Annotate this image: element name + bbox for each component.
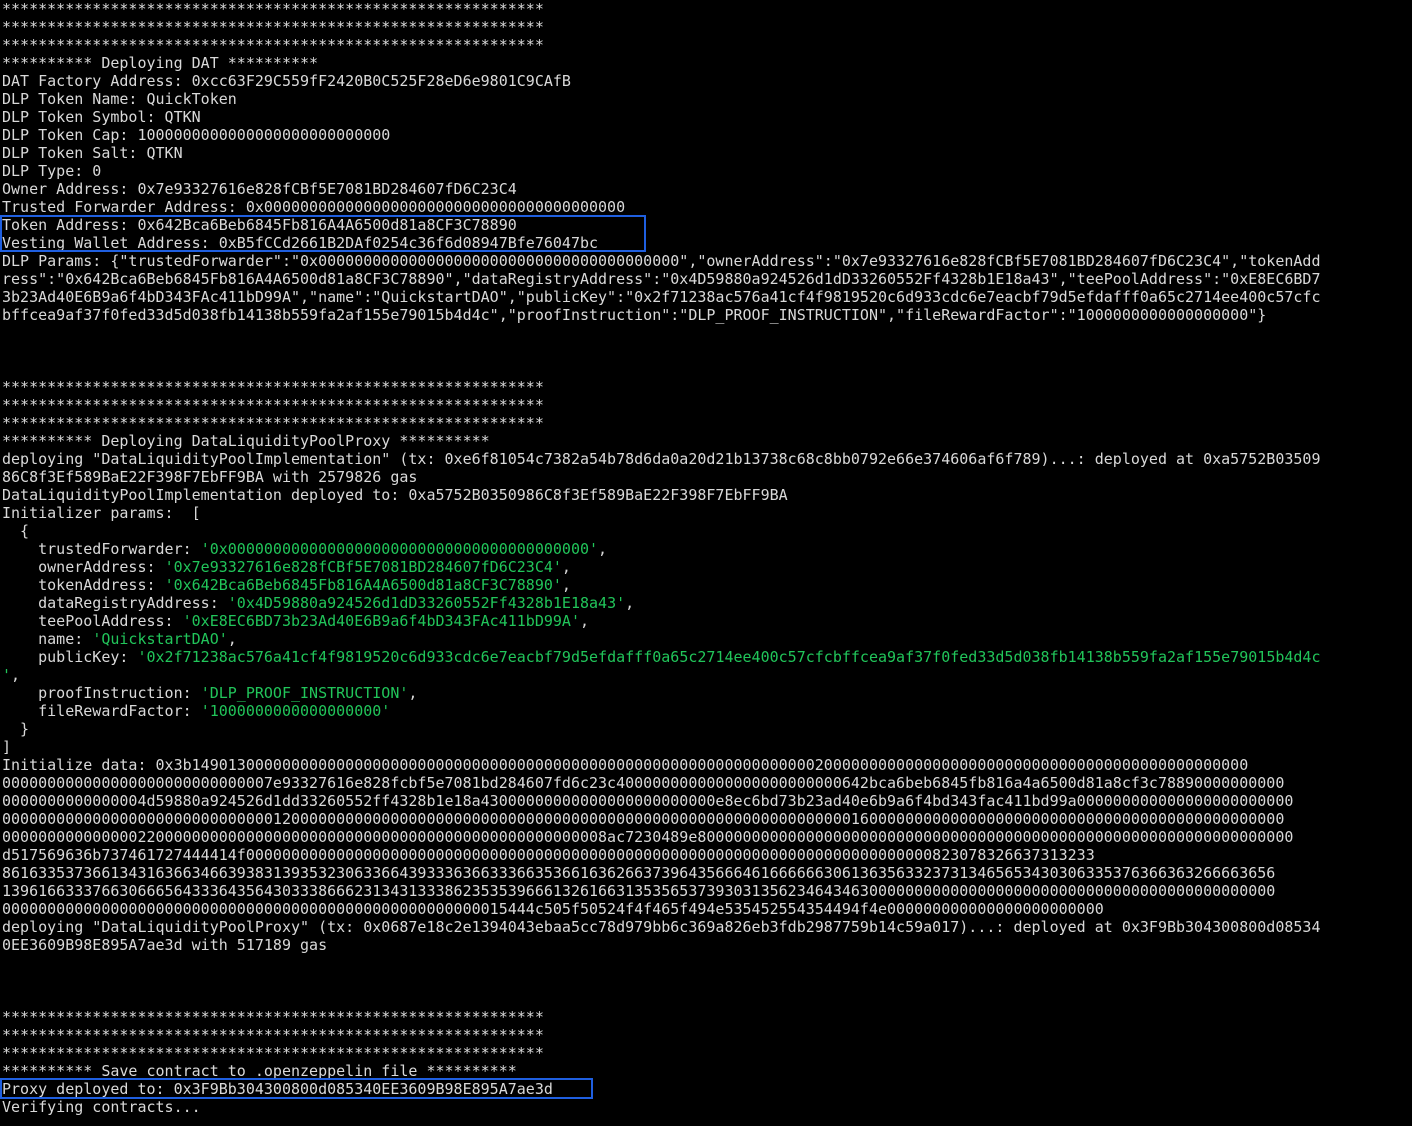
param-token-address: tokenAddress: '0x642Bca6Beb6845Fb816A4A6… (2, 576, 571, 594)
proxy-deployed-line: Proxy deployed to: 0x3F9Bb304300800d0853… (2, 1080, 553, 1098)
dlp-params-line: bffcea9af37f0fed33d5d038fb14138b559fa2af… (2, 306, 1267, 324)
separator-line: ****************************************… (2, 36, 544, 54)
vesting-wallet-line: Vesting Wallet Address: 0xB5fCCd2661B2DA… (2, 234, 599, 252)
param-owner-address: ownerAddress: '0x7e93327616e828fCBf5E708… (2, 558, 571, 576)
separator-line: ****************************************… (2, 1044, 544, 1062)
close-bracket-line: ] (2, 738, 12, 756)
param-public-key: publicKey: '0x2f71238ac576a41cf4f9819520… (2, 648, 1321, 666)
token-cap-line: DLP Token Cap: 1000000000000000000000000… (2, 126, 391, 144)
separator-line: ****************************************… (2, 1026, 544, 1044)
param-file-reward-factor: fileRewardFactor: '1000000000000000000' (2, 702, 391, 720)
param-trusted-forwarder: trustedForwarder: '0x0000000000000000000… (2, 540, 608, 558)
dlp-params-line: DLP Params: {"trustedForwarder":"0x00000… (2, 252, 1321, 270)
param-public-key-wrap: ', (2, 666, 21, 684)
token-salt-line: DLP Token Salt: QTKN (2, 144, 183, 162)
deploy-implementation-line: deploying "DataLiquidityPoolImplementati… (2, 450, 1321, 468)
section-header-deploy-proxy: ********** Deploying DataLiquidityPoolPr… (2, 432, 490, 450)
initialize-data-line: 1396166333766306665643336435643033386662… (2, 882, 1276, 900)
separator-line: ****************************************… (2, 414, 544, 432)
verifying-line: Verifying contracts... (2, 1098, 201, 1116)
token-address-line: Token Address: 0x642Bca6Beb6845Fb816A4A6… (2, 216, 517, 234)
trusted-forwarder-line: Trusted Forwarder Address: 0x00000000000… (2, 198, 626, 216)
implementation-deployed-line: DataLiquidityPoolImplementation deployed… (2, 486, 788, 504)
initialize-data-line: 0000000000000000000000000000000000000000… (2, 900, 1104, 918)
deploy-proxy-line: 0EE3609B98E895A7ae3d with 517189 gas (2, 936, 328, 954)
separator-line: ****************************************… (2, 1008, 544, 1026)
initialize-data-line: 8616335373661343163663466393831393532306… (2, 864, 1276, 882)
dlp-params-line: 3b23Ad40E6B9a6f4bD343FAc411bD99A","name"… (2, 288, 1321, 306)
open-brace-line: { (2, 522, 30, 540)
deploy-implementation-line: 86C8f3Ef589BaE22F398F7EbFF9BA with 25798… (2, 468, 418, 486)
separator-line: ****************************************… (2, 18, 544, 36)
param-data-registry-address: dataRegistryAddress: '0x4D59880a924526d1… (2, 594, 635, 612)
initialize-data-line: d517569636b737461727444414f0000000000000… (2, 846, 1095, 864)
token-name-line: DLP Token Name: QuickToken (2, 90, 237, 108)
dat-factory-line: DAT Factory Address: 0xcc63F29C559fF2420… (2, 72, 571, 90)
param-tee-pool-address: teePoolAddress: '0xE8EC6BD73b23Ad40E6B9a… (2, 612, 590, 630)
section-header-deploy-dat: ********** Deploying DAT ********** (2, 54, 319, 72)
initialize-data-line: Initialize data: 0x3b1490130000000000000… (2, 756, 1249, 774)
initialize-data-line: 0000000000000000000000000000001200000000… (2, 810, 1285, 828)
initializer-params-label: Initializer params: [ (2, 504, 201, 522)
section-header-save-contract: ********** Save contract to .openzeppeli… (2, 1062, 517, 1080)
deploy-proxy-line: deploying "DataLiquidityPoolProxy" (tx: … (2, 918, 1321, 936)
dlp-params-line: ress":"0x642Bca6Beb6845Fb816A4A6500d81a8… (2, 270, 1321, 288)
owner-address-line: Owner Address: 0x7e93327616e828fCBf5E708… (2, 180, 517, 198)
token-symbol-line: DLP Token Symbol: QTKN (2, 108, 201, 126)
param-name: name: 'QuickstartDAO', (2, 630, 237, 648)
separator-line: ****************************************… (2, 378, 544, 396)
param-proof-instruction: proofInstruction: 'DLP_PROOF_INSTRUCTION… (2, 684, 418, 702)
separator-line: ****************************************… (2, 0, 544, 18)
separator-line: ****************************************… (2, 396, 544, 414)
close-brace-line: } (2, 720, 30, 738)
initialize-data-line: 000000000000000000000000000007e93327616e… (2, 774, 1285, 792)
terminal-output: ****************************************… (0, 0, 1412, 1126)
initialize-data-line: 0000000000000002200000000000000000000000… (2, 828, 1294, 846)
initialize-data-line: 0000000000000004d59880a924526d1dd3326055… (2, 792, 1294, 810)
dlp-type-line: DLP Type: 0 (2, 162, 102, 180)
